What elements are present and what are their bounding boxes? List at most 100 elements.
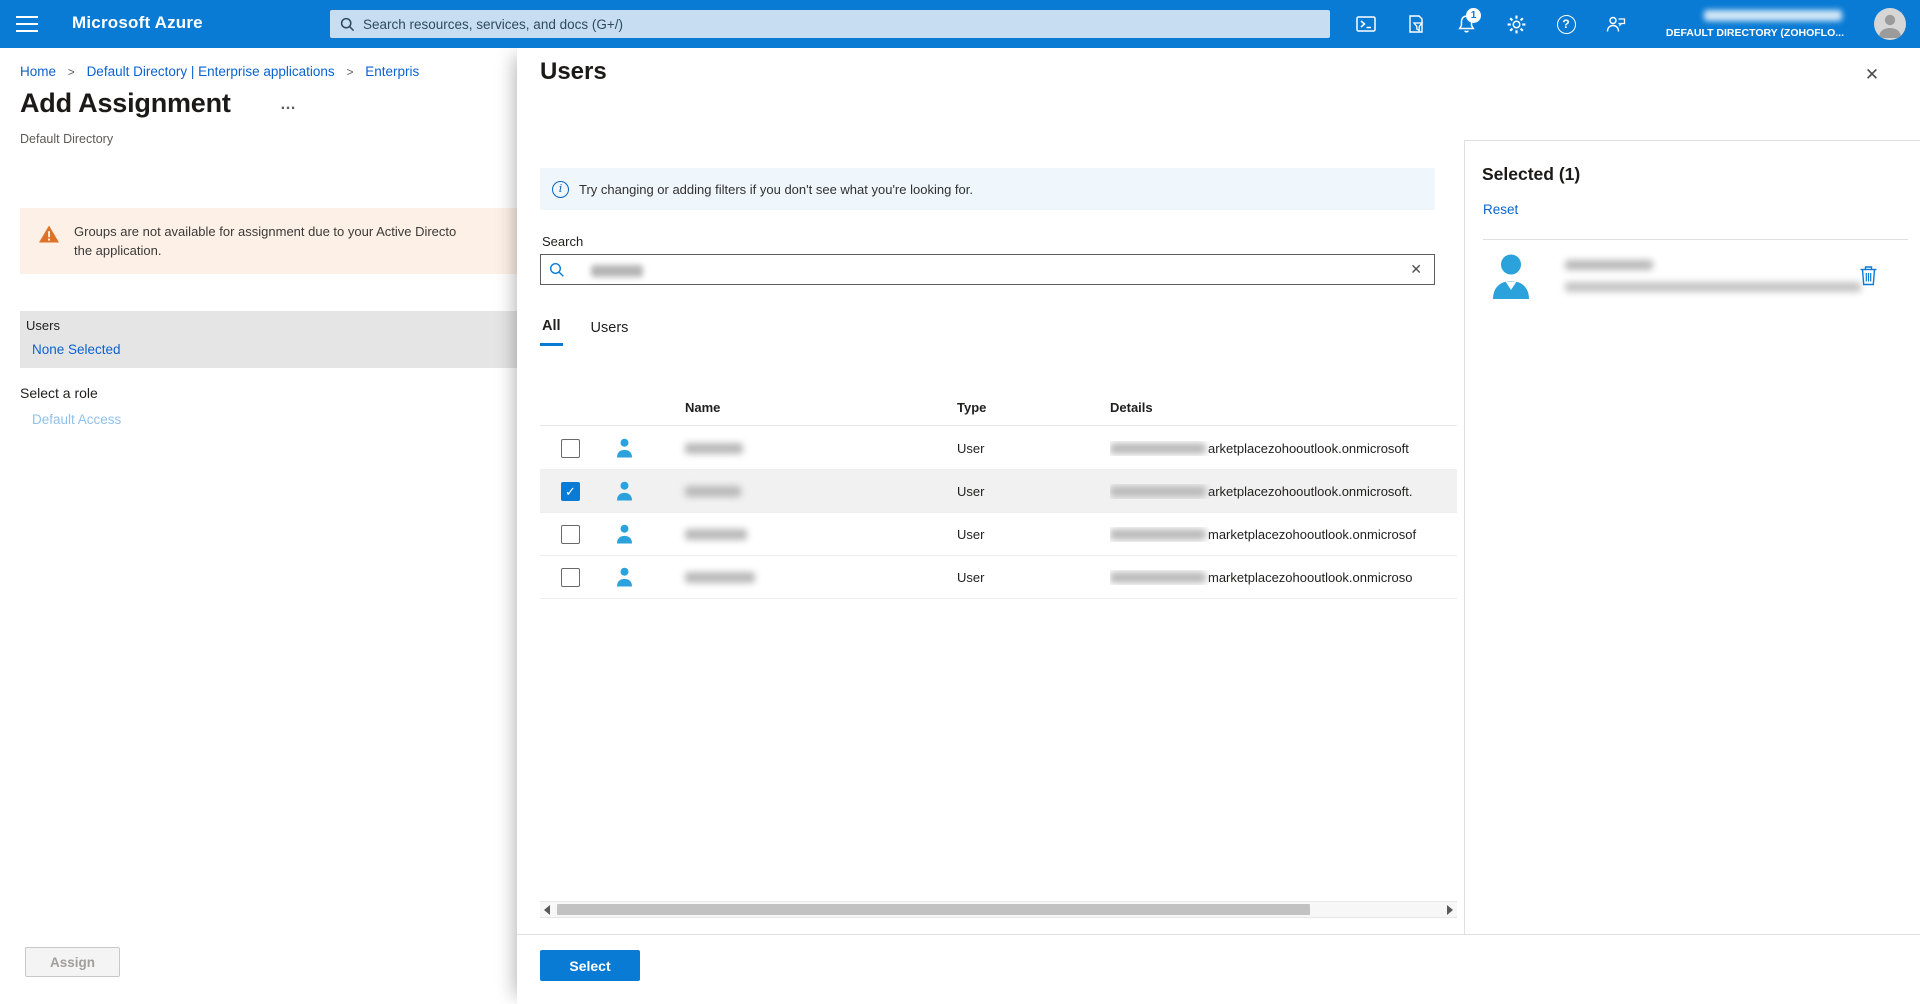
user-name-blurred bbox=[685, 486, 741, 497]
scrollbar-thumb[interactable] bbox=[557, 904, 1310, 915]
topbar-icons: 1 ? bbox=[1348, 6, 1634, 42]
table-row[interactable]: User marketplacezohooutlook.onmicroso bbox=[540, 556, 1457, 599]
user-table-body: User arketplacezohooutlook.onmicrosoft ✓… bbox=[540, 427, 1457, 599]
user-email-prefix-blurred bbox=[1110, 486, 1206, 497]
search-icon bbox=[340, 17, 355, 32]
page-subtitle: Default Directory bbox=[20, 132, 113, 146]
tab-all[interactable]: All bbox=[540, 314, 563, 346]
feedback-person-icon bbox=[1605, 14, 1627, 34]
table-row[interactable]: User arketplacezohooutlook.onmicrosoft bbox=[540, 427, 1457, 470]
user-type-cell: User bbox=[957, 570, 984, 585]
user-email-visible-tail: marketplacezohooutlook.onmicroso bbox=[1208, 570, 1413, 585]
breadcrumb-home[interactable]: Home bbox=[20, 64, 56, 79]
user-avatar-icon bbox=[616, 438, 633, 458]
info-banner-text: Try changing or adding filters if you do… bbox=[579, 182, 973, 197]
clear-search-icon[interactable]: ✕ bbox=[1406, 261, 1426, 278]
page-menu-ellipsis[interactable]: … bbox=[280, 96, 297, 114]
column-header-name: Name bbox=[685, 400, 720, 415]
cloud-shell-icon bbox=[1355, 14, 1377, 34]
notification-badge: 1 bbox=[1466, 8, 1481, 23]
account-menu[interactable]: DEFAULT DIRECTORY (ZOHOFLO... bbox=[1648, 6, 1846, 42]
hamburger-menu-button[interactable] bbox=[16, 14, 40, 34]
scroll-right-arrow-icon[interactable] bbox=[1447, 905, 1453, 915]
selected-list-divider bbox=[1483, 239, 1908, 240]
user-type-cell: User bbox=[957, 484, 984, 499]
row-checkbox[interactable] bbox=[561, 525, 580, 544]
column-header-type: Type bbox=[957, 400, 986, 415]
settings-button[interactable] bbox=[1498, 6, 1534, 42]
warning-icon bbox=[38, 224, 60, 244]
directory-label: DEFAULT DIRECTORY (ZOHOFLO... bbox=[1666, 27, 1844, 39]
selected-user-email-blurred bbox=[1565, 282, 1861, 292]
breadcrumb-separator: > bbox=[68, 65, 75, 79]
assign-button[interactable]: Assign bbox=[25, 947, 120, 977]
panel-tabs: All Users bbox=[540, 314, 630, 346]
breadcrumb-separator: > bbox=[346, 65, 353, 79]
panel-search-input[interactable] bbox=[565, 262, 1406, 277]
feedback-button[interactable] bbox=[1598, 6, 1634, 42]
horizontal-scrollbar[interactable] bbox=[540, 901, 1457, 918]
sidebar-divider-vertical bbox=[1464, 140, 1465, 934]
user-details-cell: arketplacezohooutlook.onmicrosoft bbox=[1110, 441, 1457, 456]
user-email-visible-tail: arketplacezohooutlook.onmicrosoft bbox=[1208, 441, 1409, 456]
select-role-label: Select a role bbox=[20, 385, 98, 401]
user-table-header: Name Type Details bbox=[540, 394, 1457, 426]
users-selection-section: Users None Selected bbox=[20, 311, 580, 368]
user-email-prefix-blurred bbox=[1110, 572, 1206, 583]
row-checkbox[interactable] bbox=[561, 439, 580, 458]
table-row[interactable]: ✓ User arketplacezohooutlook.onmicrosoft… bbox=[540, 470, 1457, 513]
sidebar-divider-horizontal bbox=[1464, 140, 1920, 141]
warning-text: Groups are not available for assignment … bbox=[74, 222, 456, 260]
directory-filter-icon bbox=[1405, 14, 1427, 34]
default-access-link[interactable]: Default Access bbox=[32, 412, 121, 427]
column-header-details: Details bbox=[1110, 400, 1153, 415]
user-type-cell: User bbox=[957, 527, 984, 542]
tab-users[interactable]: Users bbox=[589, 314, 631, 346]
breadcrumb: Home > Default Directory | Enterprise ap… bbox=[20, 64, 419, 79]
help-icon: ? bbox=[1557, 15, 1576, 34]
breadcrumb-enterprise-truncated[interactable]: Enterpris bbox=[365, 64, 419, 79]
user-email-prefix-blurred bbox=[1110, 529, 1206, 540]
gear-icon bbox=[1506, 14, 1527, 35]
brand-title[interactable]: Microsoft Azure bbox=[72, 13, 203, 33]
notifications-button[interactable]: 1 bbox=[1448, 6, 1484, 42]
close-icon[interactable]: ✕ bbox=[1857, 60, 1887, 90]
table-row[interactable]: User marketplacezohooutlook.onmicrosof bbox=[540, 513, 1457, 556]
global-search bbox=[330, 10, 1330, 38]
account-email-blurred bbox=[1704, 10, 1842, 21]
panel-search-box: ✕ bbox=[540, 254, 1435, 285]
directory-filter-button[interactable] bbox=[1398, 6, 1434, 42]
page-title: Add Assignment bbox=[20, 88, 231, 119]
help-button[interactable]: ? bbox=[1548, 6, 1584, 42]
reset-link[interactable]: Reset bbox=[1483, 202, 1518, 217]
row-checkbox[interactable]: ✓ bbox=[561, 482, 580, 501]
user-name-blurred bbox=[685, 443, 743, 454]
global-search-input[interactable] bbox=[363, 17, 1320, 32]
none-selected-link[interactable]: None Selected bbox=[32, 342, 121, 357]
users-section-label: Users bbox=[26, 318, 580, 333]
search-icon bbox=[549, 262, 565, 278]
selected-user-name-blurred bbox=[1565, 260, 1653, 270]
user-details-cell: marketplacezohooutlook.onmicrosof bbox=[1110, 527, 1457, 542]
select-button[interactable]: Select bbox=[540, 950, 640, 981]
breadcrumb-enterprise-applications[interactable]: Default Directory | Enterprise applicati… bbox=[87, 64, 335, 79]
user-name-blurred bbox=[685, 529, 747, 540]
footer-divider bbox=[517, 934, 1920, 935]
user-details-cell: marketplacezohooutlook.onmicroso bbox=[1110, 570, 1457, 585]
info-icon: i bbox=[552, 181, 569, 198]
top-bar: Microsoft Azure bbox=[0, 0, 1920, 48]
scroll-left-arrow-icon[interactable] bbox=[544, 905, 550, 915]
user-avatar-icon bbox=[1489, 252, 1533, 300]
cloud-shell-button[interactable] bbox=[1348, 6, 1384, 42]
warning-banner: Groups are not available for assignment … bbox=[20, 208, 580, 274]
search-query-blurred bbox=[591, 265, 643, 277]
user-details-cell: arketplacezohooutlook.onmicrosoft. bbox=[1110, 484, 1457, 499]
account-avatar[interactable] bbox=[1874, 8, 1906, 40]
avatar-person-icon bbox=[1874, 8, 1906, 40]
user-avatar-icon bbox=[616, 481, 633, 501]
row-checkbox[interactable] bbox=[561, 568, 580, 587]
user-email-prefix-blurred bbox=[1110, 443, 1206, 454]
user-name-blurred bbox=[685, 572, 755, 583]
delete-icon[interactable] bbox=[1855, 264, 1881, 290]
user-email-visible-tail: marketplacezohooutlook.onmicrosof bbox=[1208, 527, 1416, 542]
